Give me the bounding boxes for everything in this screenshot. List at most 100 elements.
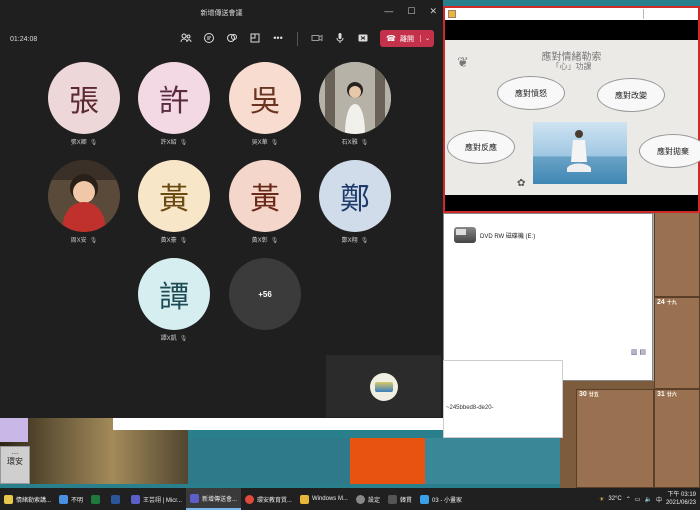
avatar: 譚 (138, 258, 210, 330)
weather-icon[interactable]: ☀ (599, 496, 604, 503)
leave-label: 離開 (399, 35, 414, 43)
window-controls[interactable] (643, 9, 698, 19)
toolbar-divider (297, 32, 298, 46)
close-icon[interactable]: ✕ (429, 6, 437, 17)
taskbar-item[interactable]: 韓貫 (384, 488, 416, 510)
mic-muted-icon: 🎙 (360, 140, 369, 146)
participant-name: 黃X豪 🎙 (160, 238, 188, 244)
teams-icon (131, 494, 141, 504)
dvd-drive-icon (454, 227, 476, 243)
taskbar-item[interactable]: 情緒勒索講... (0, 488, 55, 510)
organization-logo-icon (375, 382, 393, 392)
desktop-background (188, 438, 350, 484)
mic-muted-icon: 🎙 (360, 238, 369, 244)
chevron-down-icon[interactable]: ⌄ (419, 35, 434, 42)
volume-icon[interactable]: 🔈 (644, 496, 651, 503)
mic-muted-icon: 🎙 (179, 336, 188, 342)
more-participants-tile[interactable]: +56 (229, 258, 301, 330)
minimize-icon[interactable]: — (384, 6, 393, 17)
participant-tile[interactable]: 周X安 🎙 (48, 160, 120, 244)
participant-tile[interactable]: 石X雅 🎙 (319, 62, 391, 146)
more-participants-count: +56 (229, 258, 301, 330)
file-explorer-window: DVD RW 磁碟機 (E:) ▥ ▤ (443, 213, 653, 381)
app-icon (59, 494, 69, 504)
avatar: 許 (138, 62, 210, 134)
participant-tile[interactable]: 譚 譚X凱 🎙 (138, 258, 210, 342)
avatar: 黃 (229, 160, 301, 232)
chat-icon[interactable] (203, 32, 215, 44)
taskbar-item[interactable]: 環安教育質... (241, 488, 296, 510)
more-options-icon[interactable]: ••• (272, 32, 284, 44)
slideshow-app-icon (448, 10, 456, 18)
taskbar-item[interactable] (87, 488, 107, 510)
slide-letterbox-top (445, 20, 698, 42)
mic-muted-icon: 🎙 (89, 238, 98, 244)
teams-meeting-window: 新增傳送會議 — ☐ ✕ 01:24:08 ••• ☎ 離開 ⌄ 張 張X卿 🎙… (0, 0, 443, 418)
taskbar-item[interactable]: Windows M... (296, 488, 352, 510)
calendar-day[interactable]: 24 十九 (654, 297, 700, 389)
calendar-day[interactable]: 31 廿六 (654, 389, 700, 488)
participant-name: 黃X彰 🎙 (251, 238, 279, 244)
chevron-up-icon[interactable]: ⌃ (626, 496, 631, 503)
share-screen-icon[interactable] (357, 32, 369, 44)
excel-icon (91, 494, 101, 504)
participant-tile[interactable]: 黃 黃X豪 🎙 (138, 160, 210, 244)
avatar: 吳 (229, 62, 301, 134)
people-icon[interactable] (180, 32, 192, 44)
taskbar-item[interactable]: 不明 (55, 488, 87, 510)
microphone-icon[interactable] (334, 32, 346, 44)
participant-tile[interactable]: 張 張X卿 🎙 (48, 62, 120, 146)
mic-muted-icon: 🎙 (179, 140, 188, 146)
participant-name: 周X安 🎙 (70, 238, 98, 244)
leave-button[interactable]: ☎ 離開 ⌄ (380, 30, 434, 47)
desktop-background (425, 438, 560, 484)
slide-subtitle: 「心」功課 (551, 62, 592, 71)
system-tray: ☀ 32°C ⌃ ▭ 🔈 中 下午 03:19 2021/06/23 (599, 488, 696, 510)
clock-time: 下午 03:19 (667, 492, 696, 498)
taskbar-item[interactable] (107, 488, 127, 510)
clock[interactable]: 下午 03:19 2021/06/23 (666, 491, 696, 507)
camera-off-icon[interactable] (311, 32, 323, 44)
participant-name: 張X卿 🎙 (70, 140, 98, 146)
calendar-day-number: 24 (657, 299, 665, 306)
calendar-day-number: 30 (579, 391, 587, 398)
gear-icon (355, 494, 365, 504)
presentation-title-bar (445, 8, 698, 20)
network-icon[interactable]: ▭ (635, 496, 641, 503)
view-toggle-icons[interactable]: ▥ ▤ (631, 348, 646, 356)
slide-letterbox-bottom (445, 195, 698, 211)
avatar-photo (319, 62, 391, 134)
browser-window-fragment: ~245bbed8-de20- (443, 360, 563, 438)
thought-bubble: 應對拋棄 (639, 134, 700, 168)
taskbar-item[interactable]: 王芸翊 | Micr... (127, 488, 186, 510)
self-view-tile[interactable] (326, 355, 441, 417)
calendar-day-number: 31 (657, 391, 665, 398)
weather-temp[interactable]: 32°C (608, 496, 621, 502)
taskbar-item[interactable]: 設定 (352, 488, 384, 510)
dvd-drive-item[interactable]: DVD RW 磁碟機 (E:) (454, 227, 535, 243)
window-edge (113, 418, 443, 430)
participant-tile[interactable]: 許 許X紹 🎙 (138, 62, 210, 146)
avatar-photo (48, 160, 120, 232)
rooms-icon[interactable] (249, 32, 261, 44)
maximize-icon[interactable]: ☐ (407, 6, 415, 17)
ime-icon[interactable]: 中 (656, 495, 662, 504)
taskbar-item-active[interactable]: 新增傳送會... (185, 488, 241, 510)
reactions-icon[interactable] (226, 32, 238, 44)
thought-bubble: 應對憤怒 (497, 76, 565, 110)
meditating-person-icon (567, 130, 591, 172)
taskbar-item[interactable]: 03 - 小畫家 (416, 488, 466, 510)
calendar-day-lunar: 十九 (666, 300, 677, 306)
more-icon: ... (11, 447, 19, 456)
word-icon (111, 494, 121, 504)
participant-tile[interactable]: 鄭 鄭X翔 🎙 (319, 160, 391, 244)
side-widget-label: 環安 (7, 457, 23, 466)
meditation-image (533, 122, 627, 184)
participant-tile[interactable]: 黃 黃X彰 🎙 (229, 160, 301, 244)
calendar-day[interactable]: 17十二 (654, 205, 700, 297)
calendar-day[interactable]: 30 廿五 (576, 389, 654, 488)
window-title: 新增傳送會議 (200, 10, 243, 17)
participant-tile[interactable]: 吳 吳X華 🎙 (229, 62, 301, 146)
self-avatar (370, 373, 398, 401)
side-widget[interactable]: ... 環安 (0, 446, 30, 484)
